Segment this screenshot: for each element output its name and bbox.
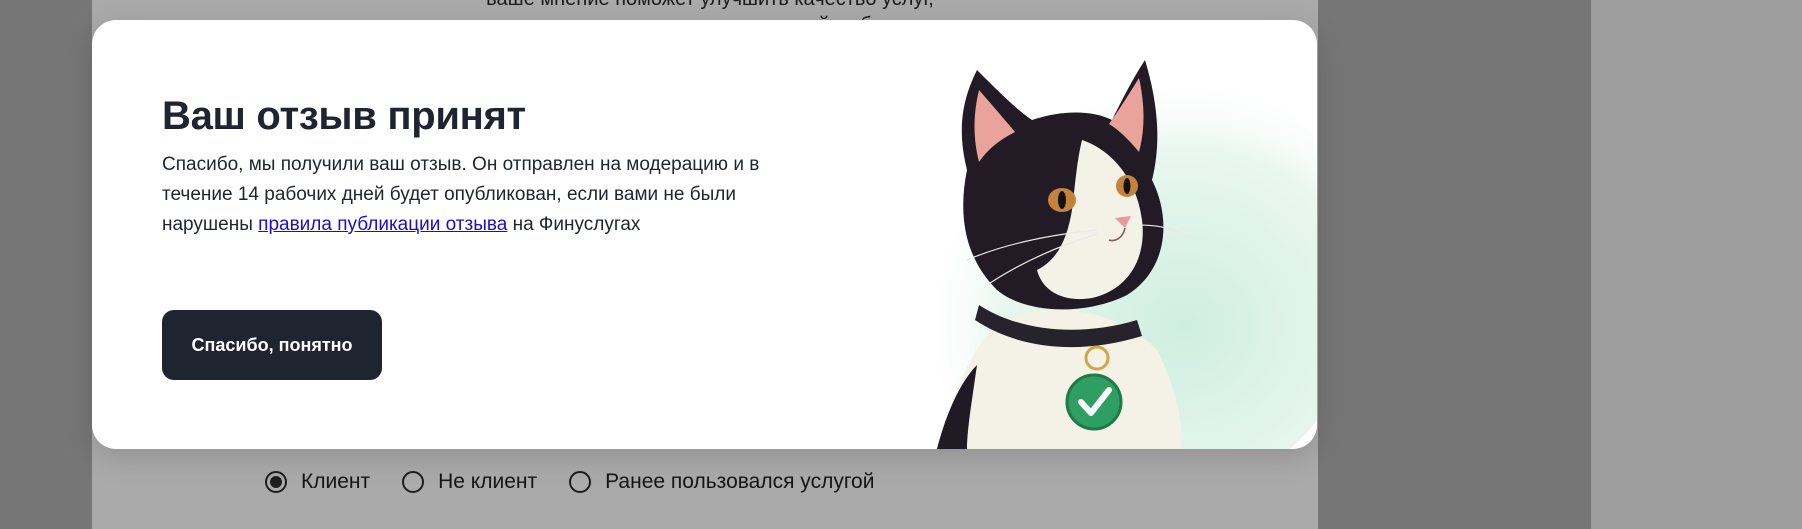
thanks-understood-button[interactable]: Спасибо, понятно	[162, 310, 382, 380]
modal-message-text-end: на Финуслугах	[507, 214, 641, 235]
modal-message: Спасибо, мы получили ваш отзыв. Он отпра…	[162, 150, 762, 240]
modal-title: Ваш отзыв принят	[162, 94, 526, 138]
cat-illustration	[887, 50, 1317, 449]
review-accepted-modal: Ваш отзыв принят Спасибо, мы получили ва…	[92, 20, 1317, 449]
publication-rules-link[interactable]: правила публикации отзыва	[258, 214, 507, 235]
